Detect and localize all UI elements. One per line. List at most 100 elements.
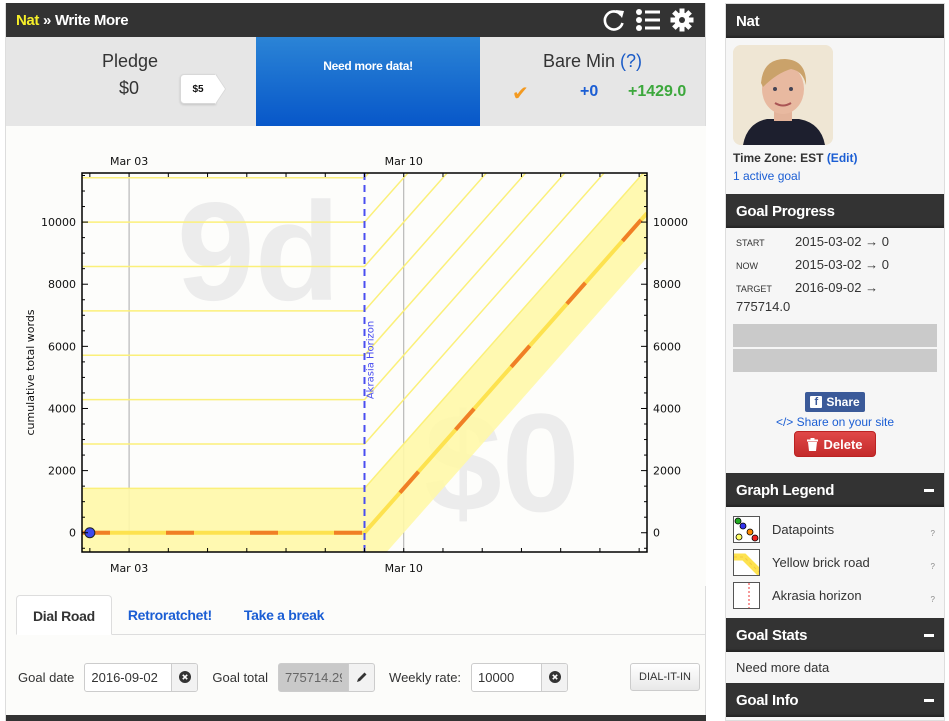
legend-label: Akrasia horizon [772, 588, 862, 603]
goal-header: Nat » Write More [6, 3, 705, 37]
legend-help-link[interactable]: ? [931, 595, 935, 604]
bare-min-total: +1429.0 [628, 83, 687, 100]
road-swatch-icon [733, 549, 760, 576]
delete-goal-button[interactable]: Delete [794, 431, 876, 457]
goal-date-group [84, 662, 199, 692]
gear-icon[interactable] [669, 7, 695, 33]
check-icon: ✔ [512, 83, 529, 105]
y-tick-label-right: 6000 [653, 340, 681, 353]
y-tick-label-right: 10000 [653, 216, 688, 229]
share-on-site-label: Share on your site [796, 415, 895, 429]
goal-total-input[interactable] [279, 663, 349, 691]
collapse-icon[interactable] [924, 488, 934, 492]
code-icon: </> [775, 415, 794, 429]
goal-stats-header[interactable]: Goal Stats [726, 618, 944, 652]
y-tick-label-left: 4000 [48, 402, 76, 415]
goal-progress-list: START 2015-03-02 → 0 NOW 2015-03-02 → 0 TA… [726, 228, 944, 303]
increase-pledge-button[interactable]: $5 [180, 74, 216, 104]
collapse-icon[interactable] [924, 633, 934, 637]
y-tick-label-right: 0 [653, 527, 660, 540]
timezone: Time Zone: EST (Edit) [726, 145, 944, 165]
target-value: 775714.0 [736, 299, 791, 314]
pledge-label: Pledge [101, 51, 159, 71]
trash-icon [807, 437, 819, 451]
pledge-value: $0 [119, 78, 140, 98]
bare-min-title: Bare Min [542, 51, 615, 71]
share-area: f Share </> Share on your site Delete [726, 392, 944, 457]
sidebar: Nat Time Zone: EST (Edit) 1 active goal … [725, 3, 945, 721]
tab-dial-road[interactable]: Dial Road [16, 595, 112, 635]
share-on-site-link[interactable]: </> Share on your site [776, 415, 894, 429]
facebook-icon: f [810, 396, 823, 408]
list-icon[interactable] [635, 7, 661, 33]
active-goals-link[interactable]: 1 active goal [726, 165, 944, 183]
progress-key: TARGET [736, 284, 772, 294]
legend-item-datapoints: Datapoints ? [726, 513, 944, 546]
breadcrumb-separator: » [42, 11, 51, 29]
weekly-rate-group [471, 662, 569, 692]
main-footer-bar [6, 715, 706, 721]
y-tick-label-left: 6000 [48, 340, 76, 353]
graph-legend-header[interactable]: Graph Legend [726, 473, 944, 507]
edit-pencil-icon[interactable] [348, 663, 375, 691]
goal-info-title: Goal Info [736, 691, 799, 709]
share-label: Share [826, 395, 860, 409]
graph-legend-title: Graph Legend [736, 481, 835, 499]
weekly-rate-label: Weekly rate: [389, 669, 462, 685]
chart-svg: 9d$0Akrasia Horizon 0 0 2000 2000 4000 4000 600… [6, 126, 706, 586]
progress-bar-placeholder [733, 349, 937, 372]
goal-stats-bar: Pledge $0 $5 Need more data! Bare Min (?… [6, 37, 705, 126]
goal-total-group [278, 662, 376, 692]
progress-bar-placeholder [733, 324, 937, 347]
x-tick-label-bottom: Mar 03 [110, 562, 148, 575]
goal-graph: 9d $0 Akrasia Horizon 0 0 2000 2000 4000 4000 600… [6, 126, 706, 586]
facebook-share-button[interactable]: f Share [805, 392, 865, 412]
goal-stats-title: Goal Stats [736, 626, 808, 644]
y-tick-label-right: 8000 [653, 278, 681, 291]
user-link[interactable]: Nat [16, 12, 39, 29]
progress-value: 2016-09-02 → [795, 280, 879, 295]
user-name: Nat [736, 12, 760, 30]
legend-help-link[interactable]: ? [931, 562, 935, 571]
y-tick-label-left: 0 [69, 527, 76, 540]
legend-help-link[interactable]: ? [931, 529, 935, 538]
progress-row-start: START 2015-03-02 → 0 [736, 234, 944, 257]
timezone-edit-link[interactable]: (Edit) [827, 151, 858, 165]
refresh-icon[interactable] [601, 7, 627, 33]
main-panel: Nat » Write More Pledge $0 $5 Need more … [5, 3, 706, 721]
goal-info-header[interactable]: Goal Info [726, 683, 944, 717]
legend-item-yellow-brick-road: Yellow brick road ? [726, 546, 944, 579]
y-axis-label: cumulative total words [24, 309, 37, 435]
avatar[interactable] [733, 45, 833, 145]
horizon-swatch-icon [733, 582, 760, 609]
tab-retroratchet[interactable]: Retroratchet! [112, 595, 228, 634]
x-tick-label-bottom: Mar 10 [385, 562, 423, 575]
collapse-icon[interactable] [924, 698, 934, 702]
progress-value: 2015-03-02 → 0 [795, 257, 889, 272]
akrasia-horizon-label: Akrasia Horizon [366, 321, 377, 399]
status-message: Need more data! [323, 59, 413, 73]
bare-min-help-link[interactable]: (?) [620, 51, 642, 71]
goal-date-input[interactable] [85, 663, 172, 691]
graph-legend: Datapoints ? Yellow brick road ? Akrasia… [726, 507, 944, 618]
plot-area: 9d$0Akrasia Horizon [82, 173, 647, 552]
user-header: Nat [726, 4, 944, 38]
clear-weekly-rate-icon[interactable] [541, 663, 568, 691]
goal-title: Write More [54, 11, 129, 29]
tab-take-a-break[interactable]: Take a break [228, 595, 340, 634]
watermark-days: 9d [177, 173, 340, 330]
goal-stats-text: Need more data [736, 660, 830, 675]
header-icons [601, 7, 705, 33]
legend-label: Yellow brick road [772, 555, 870, 570]
goal-total-label: Goal total [212, 669, 269, 685]
x-tick-label-top: Mar 10 [385, 155, 423, 168]
progress-key: NOW [736, 261, 758, 271]
progress-key: START [736, 238, 765, 248]
clear-goal-date-icon[interactable] [171, 663, 198, 691]
dial-it-in-button[interactable]: DIAL-IT-IN [630, 663, 700, 691]
road-tabs: Dial Road Retroratchet! Take a break [16, 595, 706, 635]
share-on-site: </> Share on your site [726, 415, 944, 429]
dial-road-form: Goal date Goal total Weekly rate: DIAL-I… [18, 661, 708, 693]
weekly-rate-input[interactable] [472, 663, 542, 691]
bare-min-panel: Bare Min (?) ✔ +0 +1429.0 [480, 37, 705, 126]
